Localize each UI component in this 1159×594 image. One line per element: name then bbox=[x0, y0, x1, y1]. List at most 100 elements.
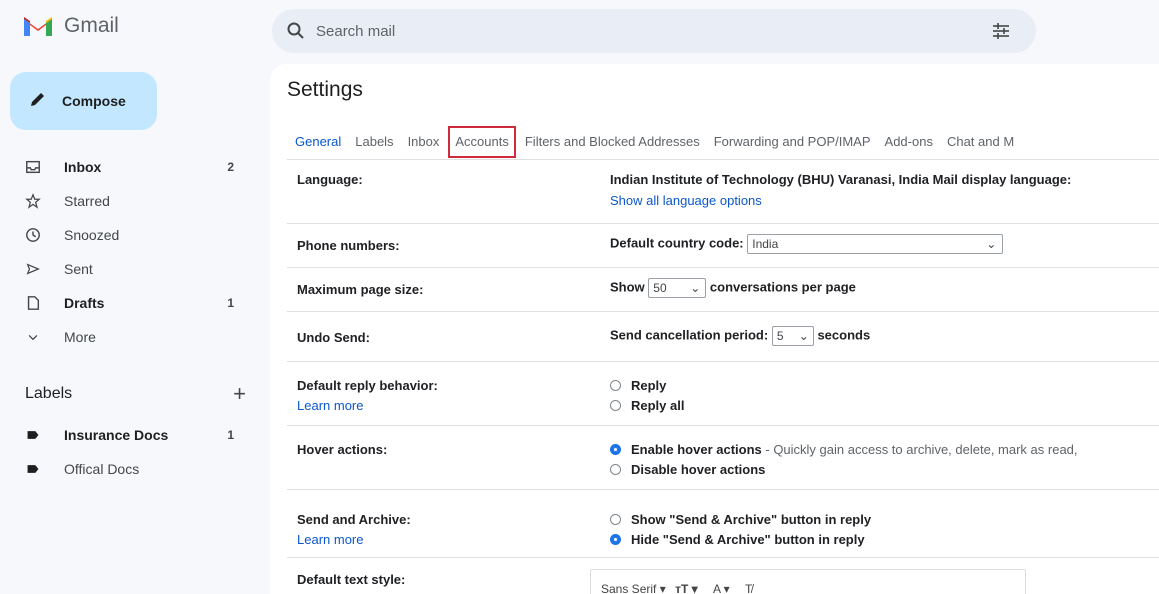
search-bar[interactable] bbox=[272, 9, 1036, 53]
reply-behavior-row: Default reply behavior: Learn more Reply… bbox=[287, 362, 1159, 426]
disable-hover-radio[interactable] bbox=[610, 464, 621, 475]
enable-hover-radio[interactable] bbox=[610, 444, 621, 455]
text-color-icon[interactable]: A ▾ bbox=[713, 582, 730, 594]
undo-period-select[interactable]: 5 ⌄ bbox=[771, 326, 814, 346]
font-select[interactable]: Sans Serif bbox=[601, 582, 656, 594]
tab-general[interactable]: General bbox=[287, 127, 346, 157]
pencil-icon bbox=[28, 89, 48, 114]
reply-option[interactable]: Reply bbox=[610, 378, 666, 393]
tab-filters[interactable]: Filters and Blocked Addresses bbox=[520, 127, 705, 157]
reply-behavior-label: Default reply behavior: bbox=[297, 378, 438, 393]
enable-hover-label: Enable hover actions bbox=[631, 442, 762, 457]
reply-option-label: Reply bbox=[631, 378, 667, 393]
label-list: Insurance Docs 1 Offical Docs bbox=[0, 418, 260, 486]
chevron-down-icon: ⌄ bbox=[798, 329, 809, 343]
page-size-row: Maximum page size: Show 50 ⌄ conversation… bbox=[287, 268, 1159, 312]
show-send-archive-radio[interactable] bbox=[610, 514, 621, 525]
page-title: Settings bbox=[287, 78, 363, 101]
page-size-setting: Show 50 ⌄ conversations per page bbox=[610, 278, 856, 298]
show-all-languages-link[interactable]: Show all language options bbox=[610, 193, 762, 208]
sidebar-item-label: More bbox=[64, 329, 96, 345]
sidebar-item-label: Inbox bbox=[64, 159, 102, 175]
send-icon bbox=[24, 260, 42, 278]
gmail-logo[interactable]: Gmail bbox=[22, 14, 119, 38]
country-code-label: Default country code: bbox=[610, 235, 744, 251]
tab-forwarding[interactable]: Forwarding and POP/IMAP bbox=[709, 127, 876, 157]
sidebar-item-inbox[interactable]: Inbox 2 bbox=[0, 150, 260, 184]
sidebar-item-label: Drafts bbox=[64, 295, 105, 311]
undo-send-label: Undo Send: bbox=[297, 330, 370, 345]
font-size-icon[interactable]: тT ▾ bbox=[675, 582, 698, 594]
show-send-archive-option[interactable]: Show "Send & Archive" button in reply bbox=[610, 512, 871, 527]
language-value: Indian Institute of Technology (BHU) Var… bbox=[610, 172, 1072, 187]
hide-send-archive-option[interactable]: Hide "Send & Archive" button in reply bbox=[610, 532, 865, 547]
clear-formatting-icon[interactable]: T̸ bbox=[745, 582, 752, 594]
label-name: Insurance Docs bbox=[64, 427, 169, 443]
undo-send-row: Undo Send: Send cancellation period: 5 ⌄ … bbox=[287, 312, 1159, 362]
label-item-offical-docs[interactable]: Offical Docs bbox=[0, 452, 260, 486]
labels-header: Labels + bbox=[25, 383, 250, 405]
undo-period-value: 5 bbox=[776, 329, 784, 343]
unread-count: 2 bbox=[227, 160, 234, 174]
text-style-toolbar[interactable]: Sans Serif ▾ тT ▾ A ▾ T̸ bbox=[590, 569, 1026, 594]
country-code-value: India bbox=[752, 237, 779, 251]
sidebar-item-more[interactable]: More bbox=[0, 320, 260, 354]
sidebar-nav: Inbox 2 Starred Snoozed Sent Drafts 1 Mo… bbox=[0, 150, 260, 354]
sidebar-item-label: Starred bbox=[64, 193, 110, 209]
enable-hover-option[interactable]: Enable hover actions - Quickly gain acce… bbox=[610, 442, 1078, 457]
reply-all-option[interactable]: Reply all bbox=[610, 398, 684, 413]
tab-labels[interactable]: Labels bbox=[350, 127, 398, 157]
label-tag-icon bbox=[24, 426, 42, 444]
inbox-icon bbox=[24, 158, 42, 176]
hover-actions-label: Hover actions: bbox=[297, 442, 388, 457]
country-code-select[interactable]: India ⌄ bbox=[747, 234, 1004, 254]
label-tag-icon bbox=[24, 460, 42, 478]
disable-hover-label: Disable hover actions bbox=[631, 462, 766, 477]
send-archive-row: Send and Archive: Learn more Show "Send … bbox=[287, 490, 1159, 558]
compose-button[interactable]: Compose bbox=[10, 72, 157, 130]
search-input[interactable] bbox=[316, 22, 990, 40]
sidebar-item-snoozed[interactable]: Snoozed bbox=[0, 218, 260, 252]
reply-all-option-label: Reply all bbox=[631, 398, 685, 413]
hide-send-archive-radio[interactable] bbox=[610, 534, 621, 545]
reply-learn-more-link[interactable]: Learn more bbox=[297, 398, 363, 413]
draft-icon bbox=[24, 294, 42, 312]
search-options-icon[interactable] bbox=[990, 20, 1012, 42]
tab-accounts[interactable]: Accounts bbox=[448, 126, 516, 158]
reply-radio[interactable] bbox=[610, 380, 621, 391]
page-size-suffix: conversations per page bbox=[709, 279, 856, 295]
send-archive-label: Send and Archive: bbox=[297, 512, 411, 527]
tab-addons[interactable]: Add-ons bbox=[880, 127, 938, 157]
sidebar-item-label: Sent bbox=[64, 261, 93, 277]
clock-icon bbox=[24, 226, 42, 244]
app-name: Gmail bbox=[64, 14, 119, 37]
hide-send-archive-label: Hide "Send & Archive" button in reply bbox=[631, 532, 865, 547]
phone-label: Phone numbers: bbox=[297, 238, 400, 253]
chevron-down-icon: ▾ bbox=[659, 582, 670, 594]
text-style-label: Default text style: bbox=[297, 572, 406, 587]
compose-label: Compose bbox=[62, 93, 126, 109]
chevron-down-icon: ⌄ bbox=[986, 237, 997, 251]
add-label-icon[interactable]: + bbox=[233, 383, 246, 405]
send-archive-learn-more-link[interactable]: Learn more bbox=[297, 532, 363, 547]
label-name: Offical Docs bbox=[64, 461, 140, 477]
sidebar-item-starred[interactable]: Starred bbox=[0, 184, 260, 218]
enable-hover-description: - Quickly gain access to archive, delete… bbox=[761, 442, 1078, 457]
chevron-down-icon bbox=[24, 328, 42, 346]
disable-hover-option[interactable]: Disable hover actions bbox=[610, 462, 765, 477]
search-icon[interactable] bbox=[286, 21, 306, 41]
language-row: Language: Indian Institute of Technology… bbox=[287, 160, 1159, 224]
tab-chat[interactable]: Chat and M bbox=[942, 127, 1019, 157]
sidebar-item-sent[interactable]: Sent bbox=[0, 252, 260, 286]
gmail-m-icon bbox=[24, 17, 52, 36]
sidebar-item-label: Snoozed bbox=[64, 227, 120, 243]
show-send-archive-label: Show "Send & Archive" button in reply bbox=[631, 512, 872, 527]
page-size-label: Maximum page size: bbox=[297, 282, 424, 297]
label-item-insurance-docs[interactable]: Insurance Docs 1 bbox=[0, 418, 260, 452]
tab-inbox[interactable]: Inbox bbox=[403, 127, 445, 157]
reply-all-radio[interactable] bbox=[610, 400, 621, 411]
page-size-select[interactable]: 50 ⌄ bbox=[648, 278, 707, 298]
label-count: 1 bbox=[227, 428, 234, 442]
chevron-down-icon: ⌄ bbox=[690, 281, 701, 295]
sidebar-item-drafts[interactable]: Drafts 1 bbox=[0, 286, 260, 320]
